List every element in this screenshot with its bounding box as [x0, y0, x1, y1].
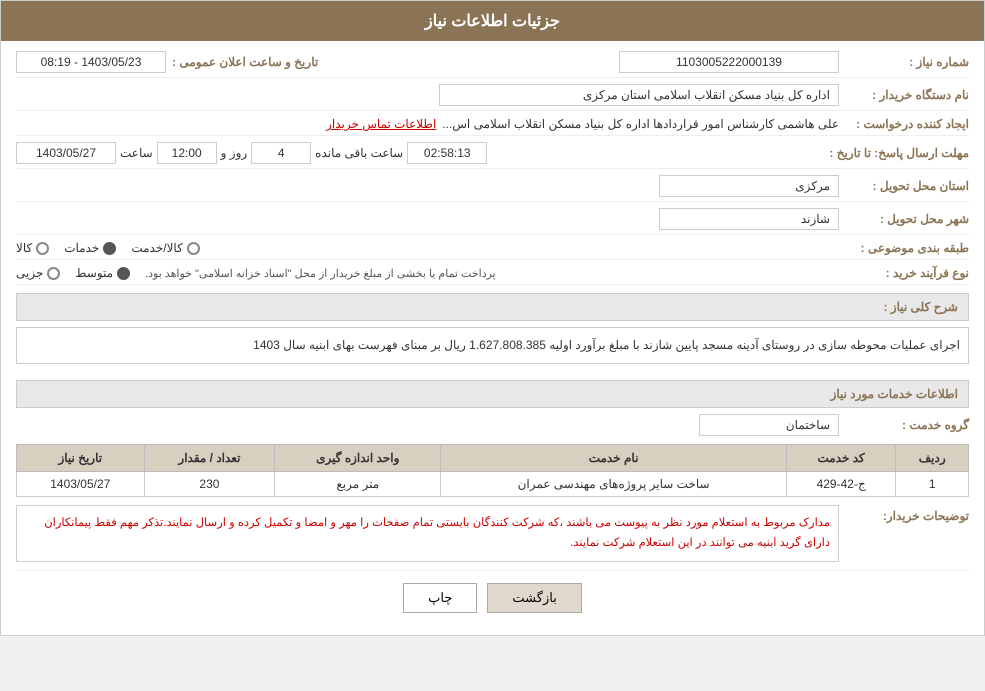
tabaqeh-value: کالا/خدمت خدمات کالا — [16, 241, 839, 255]
radio-circle-kala-khadamat — [187, 242, 200, 255]
radio-circle-kala — [36, 242, 49, 255]
radio-circle-khadamat — [103, 242, 116, 255]
services-table: ردیف کد خدمت نام خدمت واحد اندازه گیری ت… — [16, 444, 969, 497]
radio-circle-motavaset — [117, 267, 130, 280]
col-radif: ردیف — [896, 445, 969, 472]
back-button[interactable]: بازگشت — [487, 583, 581, 613]
mohlat-row: مهلت ارسال پاسخ: تا تاریخ : 02:58:13 ساع… — [16, 142, 969, 169]
shomareNiaz-value: 1103005222000139 — [338, 51, 839, 73]
tabaqeh-label: طبقه بندی موضوعی : — [839, 241, 969, 255]
shahrTahvil-row: شهر محل تحویل : شازند — [16, 208, 969, 235]
shomareNiaz-row: شماره نیاز : 1103005222000139 تاریخ و سا… — [16, 51, 969, 78]
cell-kod: ج-42-429 — [786, 472, 895, 497]
radio-kala[interactable]: کالا — [16, 241, 49, 255]
sharh-text: اجرای عملیات محوطه سازی در روستای آدینه … — [16, 327, 969, 364]
days-value: 4 — [251, 142, 311, 164]
cell-name: ساخت سایر پروژه‌های مهندسی عمران — [441, 472, 787, 497]
cell-radif: 1 — [896, 472, 969, 497]
shomareNiaz-label: شماره نیاز : — [839, 55, 969, 69]
cell-vahed: متر مربع — [275, 472, 441, 497]
col-name: نام خدمت — [441, 445, 787, 472]
contact-link[interactable]: اطلاعات تماس خریدار — [326, 117, 436, 131]
service-group-label: گروه خدمت : — [839, 418, 969, 432]
shahrTahvil-value: شازند — [16, 208, 839, 230]
col-tedad: تعداد / مقدار — [144, 445, 275, 472]
buyer-notes-text: مدارک مربوط به استعلام مورد نظر به پیوست… — [16, 505, 839, 562]
header-title: جزئیات اطلاعات نیاز — [425, 13, 560, 30]
noefarayand-label: نوع فرآیند خرید : — [839, 266, 969, 280]
buyer-notes-label: توضیحات خریدار: — [839, 505, 969, 523]
radio-khadamat[interactable]: خدمات — [64, 241, 116, 255]
tarikh-aelan-label: تاریخ و ساعت اعلان عمومی : — [172, 55, 318, 69]
ijadKonande-row: ایجاد کننده درخواست : علی هاشمی کارشناس … — [16, 117, 969, 136]
ostanTahvil-row: استان محل تحویل : مرکزی — [16, 175, 969, 202]
buyer-notes-row: توضیحات خریدار: مدارک مربوط به استعلام م… — [16, 505, 969, 562]
namdastgah-value: اداره کل بنیاد مسکن انقلاب اسلامی استان … — [16, 84, 839, 106]
namdastgah-row: نام دستگاه خریدار : اداره کل بنیاد مسکن … — [16, 84, 969, 111]
ijadKonande-label: ایجاد کننده درخواست : — [839, 117, 969, 131]
page-header: جزئیات اطلاعات نیاز — [1, 1, 984, 41]
mohlat-label: مهلت ارسال پاسخ: تا تاریخ : — [821, 146, 969, 160]
cell-tedad: 230 — [144, 472, 275, 497]
print-button[interactable]: چاپ — [403, 583, 477, 613]
radio-circle-jozii — [47, 267, 60, 280]
ostanTahvil-label: استان محل تحویل : — [839, 179, 969, 193]
tabaqeh-row: طبقه بندی موضوعی : کالا/خدمت خدمات کالا — [16, 241, 969, 260]
service-section-title: اطلاعات خدمات مورد نیاز — [16, 380, 969, 408]
process-motavaset[interactable]: متوسط — [75, 266, 130, 280]
radio-kala-khadamat[interactable]: کالا/خدمت — [131, 241, 199, 255]
cell-tarikh: 1403/05/27 — [17, 472, 145, 497]
noefarayand-value: پرداخت تمام یا بخشی از مبلغ خریدار از مح… — [16, 266, 839, 280]
date-value: 1403/05/27 — [16, 142, 116, 164]
col-vahed: واحد اندازه گیری — [275, 445, 441, 472]
tarikh-aelan-value: 1403/05/23 - 08:19 — [16, 51, 166, 73]
ijadKonande-value: علی هاشمی کارشناس امور قراردادها اداره ک… — [16, 117, 839, 131]
action-buttons: بازگشت چاپ — [16, 570, 969, 625]
process-jozii[interactable]: جزیی — [16, 266, 60, 280]
noefarayand-row: نوع فرآیند خرید : پرداخت تمام یا بخشی از… — [16, 266, 969, 285]
namdastgah-label: نام دستگاه خریدار : — [839, 88, 969, 102]
col-kod: کد خدمت — [786, 445, 895, 472]
col-tarikh: تاریخ نیاز — [17, 445, 145, 472]
service-group-row: گروه خدمت : ساختمان — [16, 414, 969, 436]
time-value: 12:00 — [157, 142, 217, 164]
process-note: پرداخت تمام یا بخشی از مبلغ خریدار از مح… — [145, 267, 496, 280]
table-row: 1 ج-42-429 ساخت سایر پروژه‌های مهندسی عم… — [17, 472, 969, 497]
ostanTahvil-value: مرکزی — [16, 175, 839, 197]
remaining-time: 02:58:13 — [407, 142, 487, 164]
sharh-section-title: شرح کلی نیاز : — [16, 293, 969, 321]
shahrTahvil-label: شهر محل تحویل : — [839, 212, 969, 226]
mohlat-value: 02:58:13 ساعت باقی مانده 4 روز و 12:00 س… — [16, 142, 821, 164]
service-group-value: ساختمان — [699, 414, 839, 436]
